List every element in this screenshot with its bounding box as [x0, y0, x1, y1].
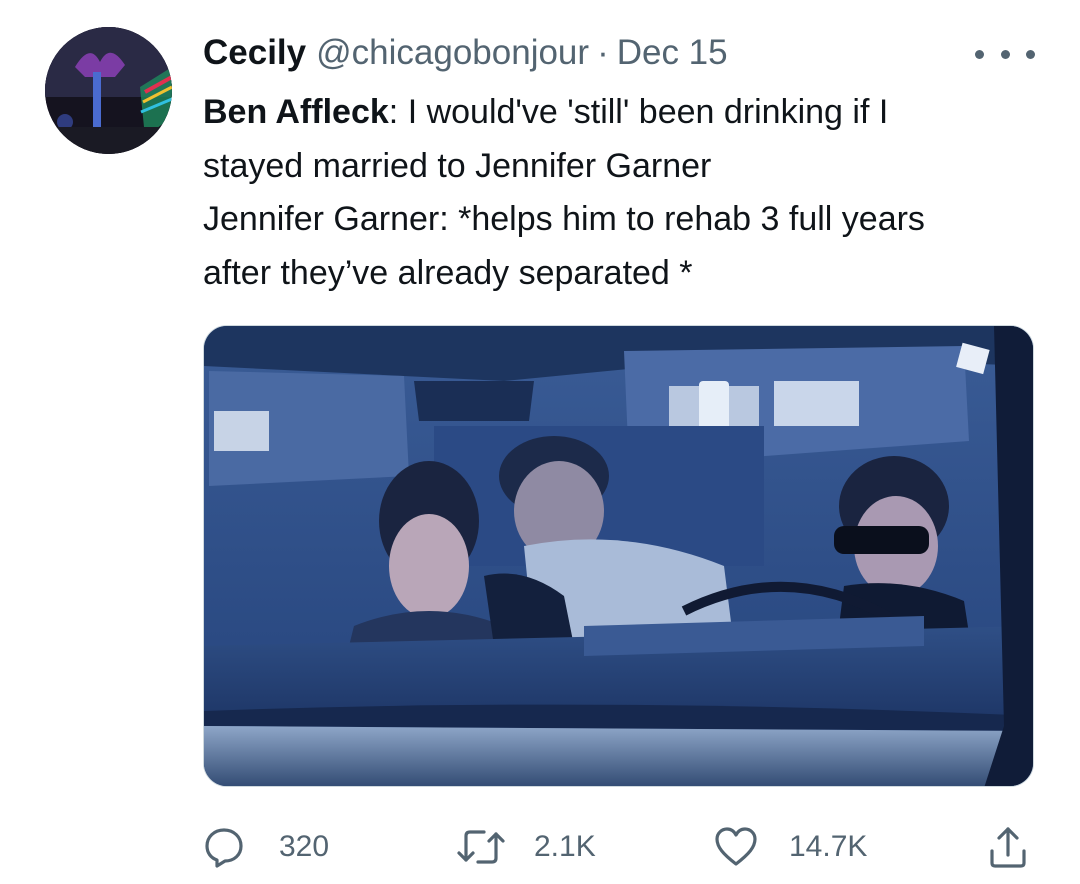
retweet-count: 2.1K [534, 830, 596, 863]
share-button[interactable] [988, 820, 1028, 874]
tweet-text-line-3: Jennifer Garner: *helps him to rehab 3 f… [203, 200, 925, 238]
tweet-text-line-1-rest: : I would've 'still' been drinking if I [388, 93, 889, 131]
tweet-text-line-1: Ben Affleck: I would've 'still' been dri… [203, 86, 1053, 140]
separator-dot: · [597, 33, 609, 72]
tweet-text-line-4: after they’ve already separated * [203, 253, 693, 292]
share-icon [990, 827, 1026, 868]
tweet-media-photo[interactable] [203, 325, 1034, 787]
author-handle[interactable]: @chicagobonjour [316, 33, 589, 73]
tweet-date[interactable]: Dec 15 [617, 33, 728, 73]
tweet-text: Ben Affleck: I would've 'still' been dri… [203, 86, 1053, 300]
car-interior-photo [204, 326, 1033, 786]
author-display-name[interactable]: Cecily [203, 33, 306, 73]
like-button[interactable]: 14.7K [713, 820, 867, 874]
retweet-button[interactable]: 2.1K [456, 820, 596, 874]
avatar[interactable] [45, 27, 172, 154]
more-horizontal-icon [975, 49, 984, 59]
more-horizontal-icon [1000, 49, 1010, 59]
retweet-icon [457, 830, 505, 864]
tweet-header: Cecily @chicagobonjour · Dec 15 [203, 30, 728, 76]
tweet-text-bold-name: Ben Affleck [203, 93, 389, 131]
more-horizontal-icon [1026, 49, 1035, 59]
reply-button[interactable]: 320 [203, 820, 329, 874]
heart-icon [715, 827, 757, 866]
like-count: 14.7K [789, 830, 868, 863]
reply-icon [205, 828, 243, 868]
more-options-button[interactable] [975, 48, 1035, 60]
tweet-text-line-2: stayed married to Jennifer Garner [203, 146, 712, 185]
reply-count: 320 [279, 830, 330, 863]
avatar-image [45, 27, 172, 154]
tweet-action-bar: 320 2.1K 14.7K [0, 820, 1080, 874]
